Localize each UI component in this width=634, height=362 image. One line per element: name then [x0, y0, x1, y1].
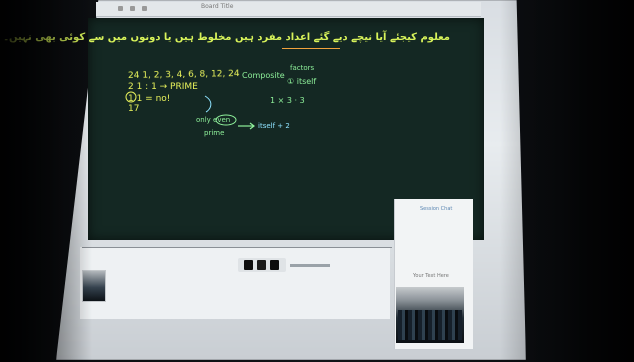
player-bottom-bar: [80, 247, 390, 319]
left-room-shadow: [0, 0, 92, 362]
timeline-scrubber[interactable]: [82, 247, 392, 248]
playback-controls: [238, 258, 286, 272]
circle-mark: [215, 114, 237, 126]
right-room-shadow: [500, 0, 634, 362]
session-title: Session Chat: [420, 206, 453, 212]
curve-stroke: [204, 95, 212, 113]
next-icon[interactable]: [270, 260, 279, 270]
session-label: Your Text Here: [413, 273, 449, 279]
volume-slider[interactable]: [290, 264, 330, 267]
audience-figures: [398, 310, 462, 340]
previous-icon[interactable]: [244, 260, 253, 270]
circle-mark: [125, 91, 137, 103]
pause-icon[interactable]: [257, 260, 266, 270]
